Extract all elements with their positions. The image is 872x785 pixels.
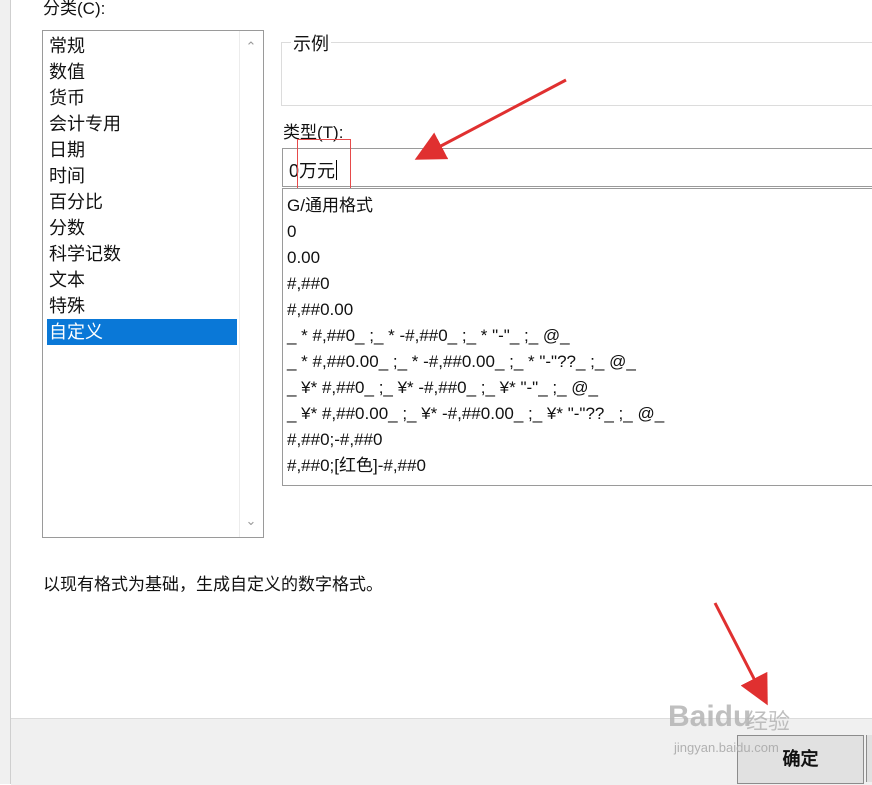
sample-label: 示例 [291,30,331,56]
category-item-date[interactable]: 日期 [47,137,237,163]
type-input[interactable]: 0万元 [282,148,872,187]
sample-group [281,42,872,106]
scroll-down-icon[interactable]: ⌄ [241,511,261,531]
category-item-text[interactable]: 文本 [47,267,237,293]
category-item-special[interactable]: 特殊 [47,293,237,319]
format-code-item[interactable]: _ ¥* #,##0_ ;_ ¥* -#,##0_ ;_ ¥* "-"_ ;_ … [287,375,598,401]
category-label: 分类(C): [43,0,106,18]
cancel-button-edge[interactable] [866,735,872,782]
watermark-text: 经验 [746,709,791,734]
watermark-logo: Baidu [668,700,752,733]
category-item-time[interactable]: 时间 [47,163,237,189]
category-scrollbar[interactable] [239,31,263,537]
format-code-item[interactable]: #,##0 [287,271,330,297]
format-code-list[interactable]: G/通用格式 0 0.00 #,##0 #,##0.00 _ * #,##0_ … [282,188,872,486]
format-code-item[interactable]: _ * #,##0_ ;_ * -#,##0_ ;_ * "-"_ ;_ @_ [287,323,570,349]
baidu-watermark: Baidu 经验 jingyan.baidu.com [668,700,838,760]
category-item-number[interactable]: 数值 [47,59,237,85]
category-item-scientific[interactable]: 科学记数 [47,241,237,267]
format-code-item[interactable]: 0 [287,219,296,245]
format-code-item[interactable]: #,##0.00 [287,297,353,323]
category-list[interactable]: 常规 数值 货币 会计专用 日期 时间 百分比 分数 科学记数 文本 特殊 自定… [42,30,264,538]
category-item-general[interactable]: 常规 [47,33,237,59]
scroll-up-icon[interactable]: ⌃ [241,37,261,57]
category-item-custom[interactable]: 自定义 [47,319,237,345]
format-code-item[interactable]: _ * #,##0.00_ ;_ * -#,##0.00_ ;_ * "-"??… [287,349,636,375]
category-item-currency[interactable]: 货币 [47,85,237,111]
category-item-fraction[interactable]: 分数 [47,215,237,241]
format-description: 以现有格式为基础，生成自定义的数字格式。 [43,575,383,594]
category-item-percentage[interactable]: 百分比 [47,189,237,215]
format-code-item[interactable]: 0.00 [287,245,320,271]
watermark-url: jingyan.baidu.com [674,740,779,755]
format-code-item[interactable]: _ ¥* #,##0.00_ ;_ ¥* -#,##0.00_ ;_ ¥* "-… [287,401,664,427]
format-code-item[interactable]: #,##0;[红色]-#,##0 [287,453,426,479]
window-left-edge [0,0,11,784]
category-item-accounting[interactable]: 会计专用 [47,111,237,137]
format-code-item[interactable]: #,##0;-#,##0 [287,427,382,453]
format-code-item[interactable]: G/通用格式 [287,193,373,219]
annotation-highlight-box [297,139,351,195]
